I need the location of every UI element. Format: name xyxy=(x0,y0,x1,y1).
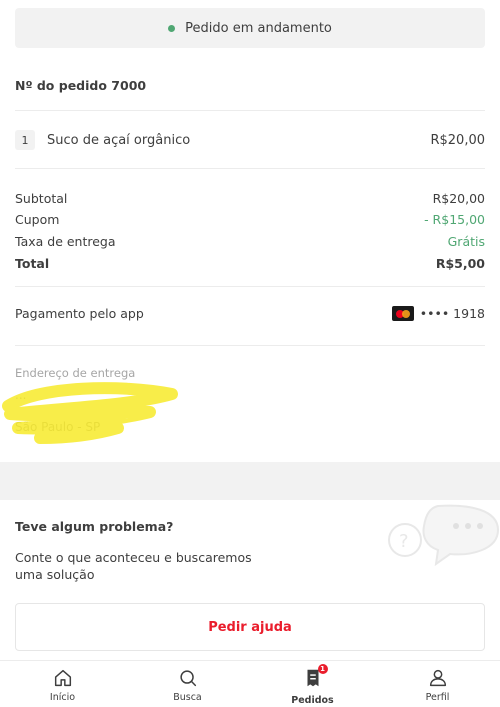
nav-item-profile[interactable]: Perfil xyxy=(375,661,500,707)
help-title: Teve algum problema? xyxy=(15,519,174,534)
divider xyxy=(15,345,485,346)
card-number-masked: •••• 1918 xyxy=(419,306,485,321)
redaction-scribble xyxy=(2,382,178,444)
delivery-fee-row: Taxa de entrega Grátis xyxy=(15,234,485,249)
nav-label: Pedidos xyxy=(291,695,334,706)
subtotal-row: Subtotal R$20,00 xyxy=(15,191,485,206)
search-icon xyxy=(179,670,196,687)
item-price: R$20,00 xyxy=(430,132,485,148)
nav-item-home[interactable]: Início xyxy=(0,661,125,707)
nav-item-orders[interactable]: 1 Pedidos xyxy=(250,661,375,707)
total-row: Total R$5,00 xyxy=(15,256,485,271)
divider xyxy=(15,110,485,111)
bottom-navigation: Início Busca 1 Pedidos Perfil xyxy=(0,660,500,707)
order-status-banner: Pedido em andamento xyxy=(15,8,485,48)
orders-icon-wrap: 1 xyxy=(302,664,328,695)
subtotal-label: Subtotal xyxy=(15,191,68,206)
subtotal-value: R$20,00 xyxy=(432,191,485,206)
profile-icon xyxy=(429,669,446,687)
coupon-value: - R$15,00 xyxy=(424,212,485,227)
status-text: Pedido em andamento xyxy=(185,20,332,36)
nav-label: Busca xyxy=(173,692,202,703)
ask-help-button[interactable]: Pedir ajuda xyxy=(15,603,485,651)
payment-row: Pagamento pelo app •••• 1918 xyxy=(15,306,485,321)
divider xyxy=(15,286,485,287)
payment-card: •••• 1918 xyxy=(391,306,485,321)
receipt-edge xyxy=(0,452,500,502)
home-icon xyxy=(54,669,71,687)
payment-label: Pagamento pelo app xyxy=(15,306,144,321)
nav-label: Perfil xyxy=(425,692,450,703)
delivery-fee-value: Grátis xyxy=(447,234,485,249)
order-item: 1 Suco de açaí orgânico R$20,00 xyxy=(15,128,485,152)
svg-text:?: ? xyxy=(399,531,409,552)
status-dot-icon xyxy=(168,24,176,32)
delivery-fee-label: Taxa de entrega xyxy=(15,234,116,249)
order-number: Nº do pedido 7000 xyxy=(15,78,147,93)
chat-bubbles-icon: ? xyxy=(388,504,500,567)
help-description: Conte o que aconteceu e buscaremos uma s… xyxy=(15,550,252,582)
total-label: Total xyxy=(15,256,50,271)
coupon-label: Cupom xyxy=(15,212,60,227)
coupon-row: Cupom - R$15,00 xyxy=(15,212,485,227)
total-value: R$5,00 xyxy=(435,256,485,271)
nav-label: Início xyxy=(49,692,76,703)
item-name: Suco de açaí orgânico xyxy=(47,132,191,148)
mastercard-icon xyxy=(391,306,414,321)
item-quantity: 1 xyxy=(15,130,35,150)
divider xyxy=(15,168,485,169)
nav-item-search[interactable]: Busca xyxy=(125,661,250,707)
orders-badge: 1 xyxy=(317,664,328,674)
